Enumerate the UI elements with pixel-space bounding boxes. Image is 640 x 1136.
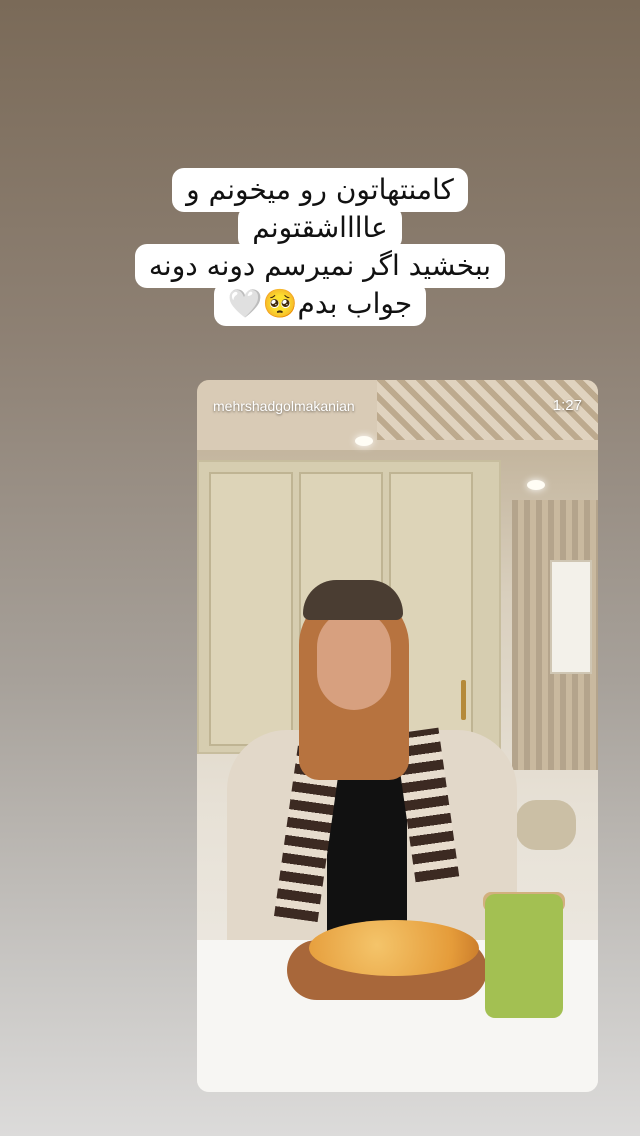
post-username[interactable]: mehrshadgolmakanian bbox=[213, 398, 355, 414]
window bbox=[550, 560, 592, 674]
pizza bbox=[309, 920, 479, 976]
video-duration: 1:27 bbox=[552, 397, 582, 414]
video-subject bbox=[227, 580, 527, 950]
green-drink-jar bbox=[485, 894, 563, 1018]
ceiling-light bbox=[355, 436, 373, 446]
subject-face bbox=[317, 610, 391, 710]
subject-headscarf bbox=[303, 580, 403, 620]
shared-video-card[interactable]: mehrshadgolmakanian 1:27 bbox=[197, 380, 598, 1092]
ceiling-light bbox=[527, 480, 545, 490]
story-caption: کامنتهاتون رو میخونم و عااااشقتونم ببخشی… bbox=[0, 168, 640, 326]
caption-line-4: جواب بدم🥺🤍 bbox=[213, 282, 427, 326]
